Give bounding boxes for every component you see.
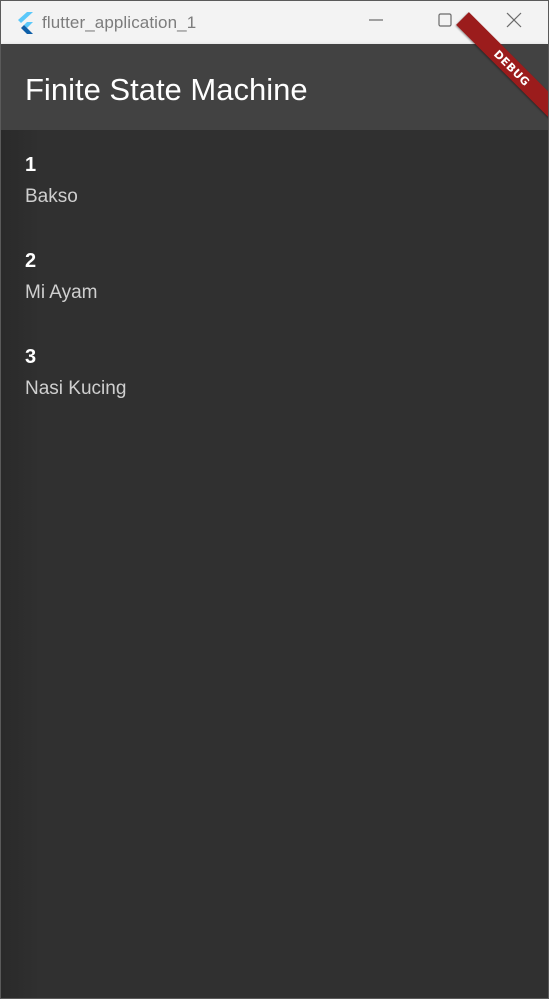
item-list: 1 Bakso 2 Mi Ayam 3 Nasi Kucing — [1, 150, 548, 438]
list-item-subtitle: Bakso — [25, 186, 78, 207]
minimize-button[interactable] — [341, 1, 410, 44]
maximize-icon — [437, 13, 452, 32]
page-title: Finite State Machine — [25, 72, 308, 107]
list-item-title: 1 — [25, 154, 37, 176]
close-icon — [506, 12, 522, 33]
body-content: 1 Bakso 2 Mi Ayam 3 Nasi Kucing — [1, 130, 548, 998]
list-item-subtitle: Mi Ayam — [25, 282, 98, 303]
app-bar: Finite State Machine — [1, 44, 548, 130]
list-item[interactable]: 1 Bakso — [1, 150, 548, 246]
list-item-title: 3 — [25, 346, 37, 368]
list-item-subtitle: Nasi Kucing — [25, 378, 127, 399]
flutter-logo-icon — [15, 11, 35, 34]
list-item-title: 2 — [25, 250, 37, 272]
list-item[interactable]: 3 Nasi Kucing — [1, 342, 548, 438]
window-title: flutter_application_1 — [42, 12, 197, 32]
window-controls — [341, 1, 548, 44]
list-item[interactable]: 2 Mi Ayam — [1, 246, 548, 342]
app-window: flutter_application_1 Finite State Machi… — [0, 0, 549, 999]
minimize-icon — [368, 13, 383, 32]
